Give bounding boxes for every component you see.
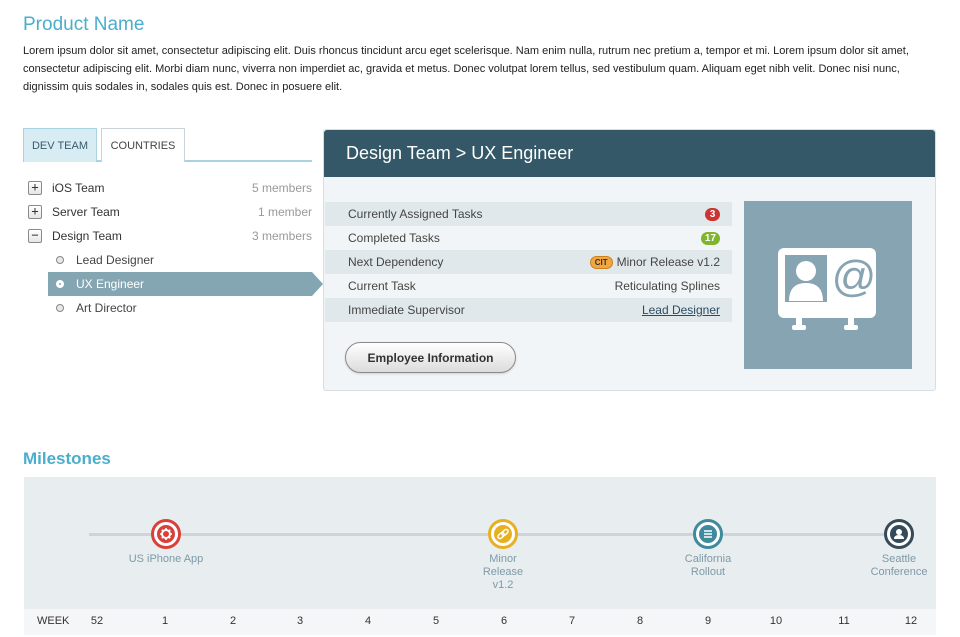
svg-text:@: @: [832, 252, 877, 301]
product-description: Lorem ipsum dolor sit amet, consectetur …: [23, 45, 909, 93]
bullet-icon: [56, 280, 64, 288]
week-axis-label: WEEK: [37, 615, 70, 627]
info-label: Immediate Supervisor: [348, 303, 465, 317]
supervisor-link[interactable]: Lead Designer: [642, 303, 720, 317]
info-label: Currently Assigned Tasks: [348, 207, 483, 221]
week-tick: 9: [704, 615, 712, 627]
tree-item-label: Art Director: [76, 301, 137, 315]
milestone-california-rollout[interactable]: California Rollout: [663, 519, 753, 579]
tree-item-label: Design Team: [52, 229, 122, 243]
collapse-icon[interactable]: −: [28, 229, 42, 243]
employee-detail-panel: Design Team > UX Engineer Currently Assi…: [323, 129, 936, 391]
milestone-label: Seattle Conference: [870, 553, 928, 578]
tree-item-art-director[interactable]: Art Director: [23, 298, 323, 322]
panel-title: Design Team > UX Engineer: [346, 143, 574, 163]
milestone-minor-release[interactable]: Minor Release v1.2: [458, 519, 548, 592]
info-label: Completed Tasks: [348, 231, 440, 245]
gear-icon: [151, 519, 181, 549]
info-row-supervisor: Immediate Supervisor Lead Designer: [325, 298, 732, 322]
tree-item-label: iOS Team: [52, 181, 105, 195]
member-count: 5 members: [251, 181, 312, 195]
tree-item-ios-team[interactable]: + iOS Team 5 members: [23, 178, 323, 202]
week-axis: WEEK 52 1 2 3 4 5 6 7 8 9 10 11 12: [24, 609, 936, 635]
bullet-icon: [56, 304, 64, 312]
stack-icon: [693, 519, 723, 549]
tree-item-label: Lead Designer: [76, 253, 155, 267]
info-label: Next Dependency: [348, 255, 444, 269]
tree-item-label: UX Engineer: [76, 277, 145, 291]
milestone-us-iphone-app[interactable]: US iPhone App: [121, 519, 211, 566]
tree-item-lead-designer[interactable]: Lead Designer: [23, 250, 323, 274]
tree-item-server-team[interactable]: + Server Team 1 member: [23, 202, 323, 226]
employee-information-button[interactable]: Employee Information: [345, 342, 516, 373]
panel-header: Design Team > UX Engineer: [324, 130, 935, 177]
milestones-timeline: US iPhone App Minor Release v1.2 Califor…: [24, 477, 936, 609]
info-label: Current Task: [348, 279, 416, 293]
info-row-assigned-tasks: Currently Assigned Tasks 3: [325, 202, 732, 226]
week-tick: 11: [838, 615, 850, 627]
week-tick: 4: [364, 615, 372, 627]
member-count: 3 members: [251, 229, 312, 243]
assigned-count-badge: 3: [705, 208, 720, 222]
info-value: Minor Release v1.2: [616, 255, 720, 269]
week-tick: 8: [636, 615, 644, 627]
person-icon: [884, 519, 914, 549]
week-tick: 3: [296, 615, 304, 627]
info-row-next-dependency: Next Dependency CIT Minor Release v1.2: [325, 250, 732, 274]
bullet-icon: [56, 256, 64, 264]
week-tick: 7: [568, 615, 576, 627]
member-count: 1 member: [257, 205, 312, 219]
tab-dev-team[interactable]: DEV TEAM: [23, 128, 97, 162]
expand-icon[interactable]: +: [28, 205, 42, 219]
page-title: Product Name: [23, 14, 145, 35]
milestone-label: US iPhone App: [128, 553, 204, 565]
tree-item-label: Server Team: [52, 205, 120, 219]
milestone-label: Minor Release v1.2: [482, 553, 524, 591]
completed-count-badge: 17: [700, 232, 720, 246]
milestones-title: Milestones: [23, 449, 111, 468]
dependency-tag: CIT: [589, 256, 613, 270]
employee-info-table: Currently Assigned Tasks 3 Completed Tas…: [325, 202, 732, 322]
tree-item-design-team[interactable]: − Design Team 3 members: [23, 226, 323, 250]
team-tabs: DEV TEAM COUNTRIES: [23, 128, 312, 162]
team-tree: + iOS Team 5 members + Server Team 1 mem…: [23, 178, 323, 322]
tree-item-ux-engineer[interactable]: UX Engineer: [23, 272, 323, 298]
expand-icon[interactable]: +: [28, 181, 42, 195]
contact-card-icon: @: [744, 201, 912, 369]
week-tick: 10: [769, 615, 783, 627]
week-tick: 6: [500, 615, 508, 627]
week-tick: 52: [90, 615, 104, 627]
week-tick: 1: [161, 615, 169, 627]
week-tick: 5: [432, 615, 440, 627]
tab-countries[interactable]: COUNTRIES: [101, 128, 185, 162]
milestone-seattle-conference[interactable]: Seattle Conference: [854, 519, 944, 579]
info-value: Reticulating Splines: [614, 279, 720, 293]
info-row-completed-tasks: Completed Tasks 17: [325, 226, 732, 250]
milestone-label: California Rollout: [684, 553, 732, 578]
week-tick: 12: [904, 615, 918, 627]
week-tick: 2: [229, 615, 237, 627]
link-icon: [488, 519, 518, 549]
info-row-current-task: Current Task Reticulating Splines: [325, 274, 732, 298]
